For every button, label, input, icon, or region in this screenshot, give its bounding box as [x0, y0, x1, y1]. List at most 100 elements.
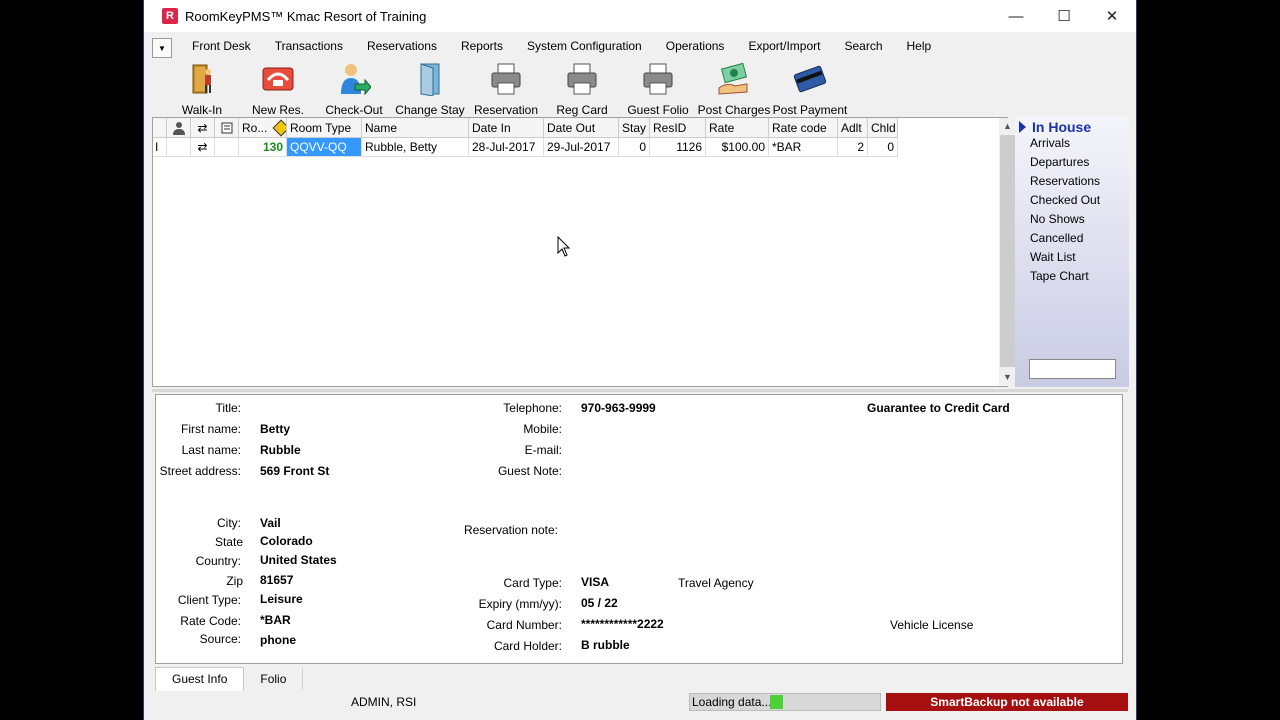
travel-agency-label: Travel Agency [678, 576, 754, 590]
state-label: State [214, 535, 243, 549]
city-label: City: [217, 516, 241, 530]
walk-in-button[interactable]: Walk-In [162, 62, 242, 117]
side-search-input[interactable] [1029, 359, 1116, 379]
print-reg-card-button[interactable]: Reg Card [542, 62, 622, 117]
source-value: phone [260, 633, 296, 647]
new-reservation-button[interactable]: New Res. [238, 62, 318, 117]
tab-folio[interactable]: Folio [244, 668, 304, 690]
scroll-up-icon[interactable]: ▲ [999, 118, 1016, 135]
row-date-out: 29-Jul-2017 [544, 138, 619, 157]
guest-icon[interactable] [167, 118, 191, 138]
col-stay[interactable]: Stay [619, 118, 650, 138]
col-date-in[interactable]: Date In [469, 118, 544, 138]
change-stay-button[interactable]: Change Stay [390, 62, 470, 117]
row-refresh-icon[interactable]: ⇄ [191, 138, 215, 157]
close-button[interactable]: ✕ [1088, 0, 1136, 32]
side-item-reservations[interactable]: Reservations [1030, 174, 1100, 188]
minimize-button[interactable]: — [992, 0, 1040, 32]
menu-system-configuration[interactable]: System Configuration [515, 39, 654, 53]
vehicle-license-label: Vehicle License [890, 618, 974, 632]
reg-card-label: Reg Card [556, 103, 608, 117]
col-marker [153, 118, 167, 138]
menu-operations[interactable]: Operations [654, 39, 737, 53]
col-room[interactable]: Ro... [239, 118, 287, 138]
reservation-label: Reservation [473, 103, 539, 117]
card-holder-label: Card Holder: [493, 639, 562, 653]
row-stay: 0 [619, 138, 650, 157]
street-label: Street address: [159, 464, 241, 478]
table-row[interactable]: I ⇄ 130 QQVV-QQ Rubble, Betty 28-Jul-201… [153, 138, 898, 157]
note-icon[interactable] [215, 118, 239, 138]
grid-header: ⇄ Ro... Room Type Name Date In Date Out … [153, 118, 1007, 138]
side-item-checked-out[interactable]: Checked Out [1030, 193, 1100, 207]
panel-splitter[interactable] [152, 389, 1128, 392]
smartbackup-status: SmartBackup not available [886, 693, 1128, 711]
scroll-down-icon[interactable]: ▼ [999, 369, 1016, 386]
menu-reports[interactable]: Reports [449, 39, 515, 53]
side-panel-header[interactable]: In House [1019, 119, 1091, 135]
menu-help[interactable]: Help [895, 39, 944, 53]
col-name[interactable]: Name [362, 118, 469, 138]
col-res-id[interactable]: ResID [650, 118, 706, 138]
money-hand-icon [717, 62, 751, 96]
in-house-label: In House [1032, 119, 1092, 135]
row-children: 0 [868, 138, 898, 157]
menu-search[interactable]: Search [832, 39, 894, 53]
grid-scrollbar[interactable]: ▲ ▼ [999, 118, 1016, 386]
expiry-label: Expiry (mm/yy): [478, 597, 562, 611]
city-value: Vail [260, 516, 281, 530]
col-room-type[interactable]: Room Type [287, 118, 362, 138]
app-logo-icon: R [162, 8, 178, 24]
check-out-icon [337, 62, 371, 96]
menu-toggle-icon[interactable]: ▼ [152, 38, 172, 58]
first-name-label: First name: [180, 422, 241, 436]
side-item-no-shows[interactable]: No Shows [1030, 212, 1085, 226]
status-diamond-icon [272, 119, 286, 137]
refresh-icon[interactable]: ⇄ [191, 118, 215, 138]
menu-reservations[interactable]: Reservations [355, 39, 449, 53]
side-item-wait-list[interactable]: Wait List [1030, 250, 1076, 264]
side-item-departures[interactable]: Departures [1030, 155, 1089, 169]
col-adults[interactable]: Adlt [838, 118, 868, 138]
col-room-label: Ro... [242, 121, 268, 135]
phone-icon [261, 62, 295, 96]
maximize-button[interactable]: ☐ [1040, 0, 1088, 32]
change-stay-label: Change Stay [395, 103, 465, 117]
col-rate[interactable]: Rate [706, 118, 769, 138]
menu-transactions[interactable]: Transactions [263, 39, 355, 53]
col-rate-code[interactable]: Rate code [769, 118, 838, 138]
col-date-out[interactable]: Date Out [544, 118, 619, 138]
status-bar: ADMIN, RSI Loading data... SmartBackup n… [144, 692, 1136, 712]
row-res-id: 1126 [650, 138, 706, 157]
toolbar: Walk-In New Res. Check-Out Change Stay R… [152, 60, 1128, 117]
row-room-number: 130 [239, 138, 287, 157]
printer-icon [641, 62, 675, 96]
card-type-value: VISA [581, 575, 610, 589]
window-title: RoomKeyPMS™ Kmac Resort of Training [185, 8, 427, 24]
expand-arrow-icon [1019, 121, 1026, 133]
window-controls: — ☐ ✕ [992, 0, 1136, 32]
side-item-cancelled[interactable]: Cancelled [1030, 231, 1083, 245]
status-loading: Loading data... [689, 693, 881, 711]
post-charges-button[interactable]: Post Charges [694, 62, 774, 117]
row-room-type[interactable]: QQVV-QQ [287, 138, 362, 157]
col-children[interactable]: Chld [868, 118, 898, 138]
menu-export-import[interactable]: Export/Import [736, 39, 832, 53]
post-payment-button[interactable]: Post Payment [770, 62, 850, 117]
side-item-tape-chart[interactable]: Tape Chart [1030, 269, 1089, 283]
guarantee-value: Guarantee to Credit Card [867, 401, 1010, 415]
check-out-button[interactable]: Check-Out [314, 62, 394, 117]
state-value: Colorado [260, 534, 313, 548]
guest-details-panel: Title: First name: Betty Last name: Rubb… [155, 394, 1123, 664]
scroll-thumb[interactable] [1000, 135, 1015, 367]
row-name: Rubble, Betty [362, 138, 469, 157]
print-reservation-button[interactable]: Reservation [466, 62, 546, 117]
tab-guest-info[interactable]: Guest Info [155, 667, 245, 691]
mouse-cursor-icon [557, 235, 571, 261]
print-guest-folio-button[interactable]: Guest Folio [618, 62, 698, 117]
printer-icon [565, 62, 599, 96]
client-type-value: Leisure [260, 592, 303, 606]
detail-tabs: Guest Info Folio [155, 667, 304, 691]
menu-front-desk[interactable]: Front Desk [180, 39, 263, 53]
side-item-arrivals[interactable]: Arrivals [1030, 136, 1070, 150]
